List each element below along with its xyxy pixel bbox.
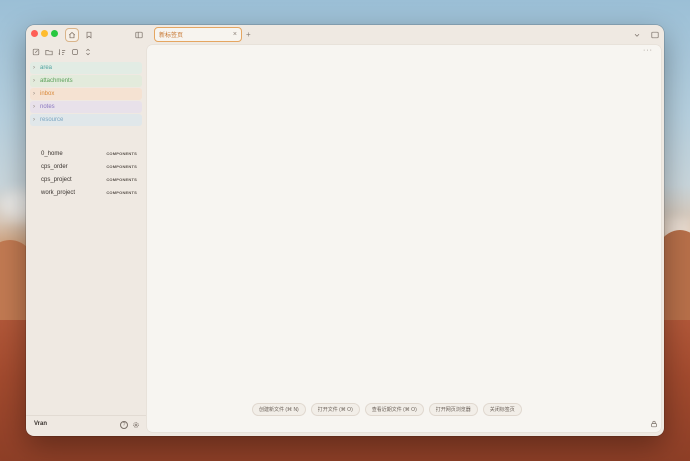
more-options-icon[interactable]: ··· (643, 47, 653, 54)
help-icon[interactable]: ? (120, 421, 128, 429)
chevron-down-icon (634, 33, 640, 37)
folder-label: inbox (40, 91, 55, 97)
empty-state-actions: 创建新文件 (⌘ N) 打开文件 (⌘ O) 查看近期文件 (⌘ O) 打开网页… (252, 403, 522, 416)
create-new-file-button[interactable]: 创建新文件 (⌘ N) (252, 403, 306, 416)
toggle-right-sidebar-button[interactable] (648, 28, 662, 42)
lock-icon[interactable] (649, 420, 658, 429)
settings-icon[interactable] (132, 421, 140, 429)
close-window-button[interactable] (31, 30, 38, 37)
chevron-right-icon: › (33, 78, 35, 84)
file-item-0-home[interactable]: 0_home COMPONENTS (30, 147, 142, 160)
tab-list-button[interactable] (630, 28, 644, 42)
sidebar-footer: Vran ? (26, 415, 146, 436)
bookmark-button[interactable] (82, 28, 96, 42)
toggle-sidebar-button[interactable] (132, 28, 146, 42)
folder-list: › area › attachments › inbox › notes › r… (30, 62, 142, 127)
folder-label: resource (40, 117, 64, 123)
title-bar: 新标签页 × + (26, 25, 664, 45)
folder-label: attachments (40, 78, 73, 84)
tab-close-icon[interactable]: × (233, 31, 237, 38)
file-explorer-sidebar: › area › attachments › inbox › notes › r… (26, 45, 146, 436)
file-list: 0_home COMPONENTS cps_order COMPONENTS c… (30, 147, 142, 199)
app-window: 新标签页 × + › area › attachments › inbox › … (26, 25, 664, 436)
chevron-right-icon: › (33, 91, 35, 97)
file-tag: COMPONENTS (106, 151, 137, 156)
tab-title: 新标签页 (159, 33, 184, 39)
sidebar-right-icon (651, 31, 659, 39)
file-item-work-project[interactable]: work_project COMPONENTS (30, 186, 142, 199)
folder-notes[interactable]: › notes (30, 101, 142, 113)
sidebar-icon (135, 31, 143, 39)
collapse-icon[interactable] (71, 48, 79, 56)
home-button[interactable] (65, 28, 79, 42)
file-label: 0_home (41, 150, 63, 157)
new-folder-icon[interactable] (45, 48, 53, 56)
expand-all-icon[interactable] (84, 48, 92, 56)
folder-resource[interactable]: › resource (30, 114, 142, 126)
vault-name[interactable]: Vran (34, 421, 47, 427)
folder-area[interactable]: › area (30, 62, 142, 74)
empty-tab-pane: ··· 创建新文件 (⌘ N) 打开文件 (⌘ O) 查看近期文件 (⌘ O) … (147, 45, 661, 432)
zoom-window-button[interactable] (51, 30, 58, 37)
file-label: work_project (41, 189, 76, 196)
file-tag: COMPONENTS (106, 164, 137, 169)
chevron-right-icon: › (33, 65, 35, 71)
tab-new[interactable]: 新标签页 × (154, 27, 242, 42)
close-tab-button[interactable]: 关闭标签页 (482, 403, 522, 416)
folder-label: notes (40, 104, 55, 110)
folder-attachments[interactable]: › attachments (30, 75, 142, 87)
open-file-button[interactable]: 打开文件 (⌘ O) (310, 403, 360, 416)
new-tab-button[interactable]: + (246, 30, 251, 39)
bookmark-icon (86, 31, 92, 39)
home-icon (68, 31, 76, 39)
folder-label: area (40, 65, 53, 71)
recent-files-button[interactable]: 查看近期文件 (⌘ O) (364, 403, 424, 416)
sort-icon[interactable] (58, 48, 66, 56)
new-note-icon[interactable] (32, 48, 40, 56)
file-item-cps-project[interactable]: cps_project COMPONENTS (30, 173, 142, 186)
minimize-window-button[interactable] (41, 30, 48, 37)
file-label: cps_project (41, 176, 72, 183)
file-tag: COMPONENTS (106, 177, 137, 182)
file-explorer-toolbar (32, 48, 92, 56)
open-web-browser-button[interactable]: 打开网页浏览器 (428, 403, 478, 416)
chevron-right-icon: › (33, 104, 35, 110)
file-item-cps-order[interactable]: cps_order COMPONENTS (30, 160, 142, 173)
chevron-right-icon: › (33, 117, 35, 123)
file-label: cps_order (41, 163, 68, 170)
file-tag: COMPONENTS (106, 190, 137, 195)
folder-inbox[interactable]: › inbox (30, 88, 142, 100)
